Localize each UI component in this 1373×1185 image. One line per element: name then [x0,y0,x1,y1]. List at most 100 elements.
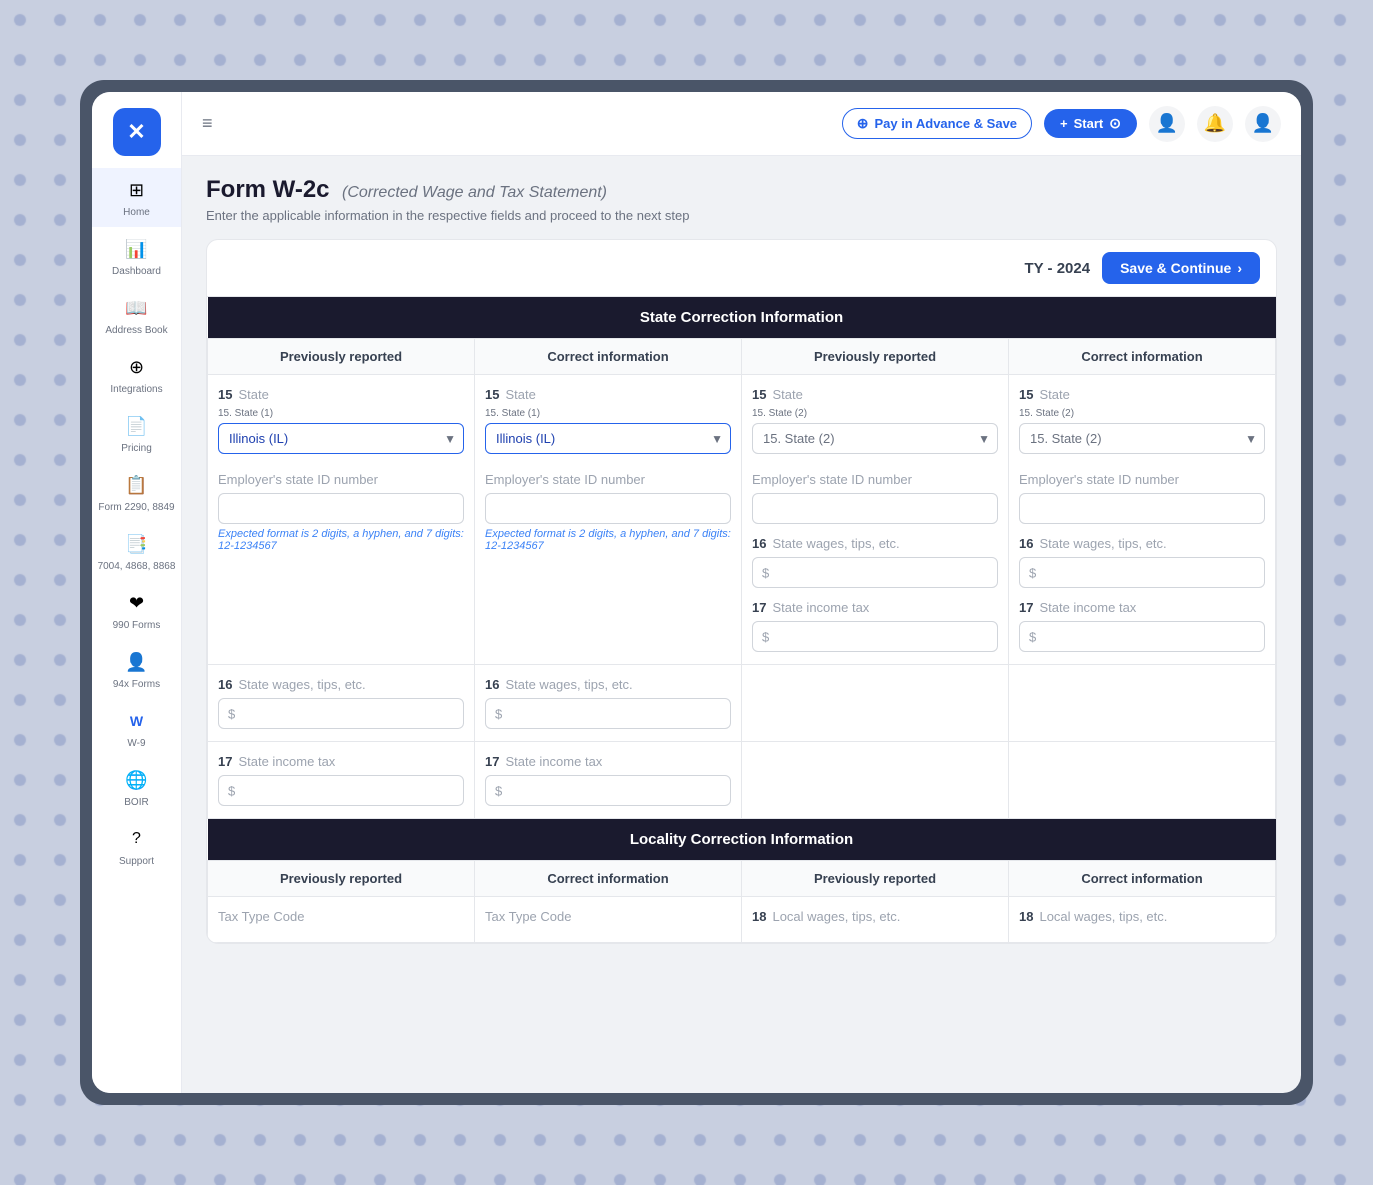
col4-field17-num: 17 [1019,600,1033,615]
col4-state-select[interactable]: 15. State (2) [1019,423,1265,454]
locality-col3-field18-name: Local wages, tips, etc. [772,909,900,924]
col4-field16-empty [1009,665,1276,742]
col3-field16-num: 16 [752,536,766,551]
col4-employer-id-input[interactable] [1019,493,1265,524]
col4-dollar-icon-17: $ [1029,629,1036,644]
col4-field17-empty [1009,742,1276,819]
locality-col3-field18-num: 18 [752,909,766,924]
integrations-icon: ⊕ [123,353,151,381]
col1-field16-name: State wages, tips, etc. [238,677,365,692]
col-header-1: Previously reported [208,339,475,375]
sidebar-item-w9[interactable]: W W-9 [92,699,181,758]
col2-field16-name: State wages, tips, etc. [505,677,632,692]
notifications-button[interactable]: 🔔 [1197,106,1233,142]
col2-field17-cell: 17 State income tax $ [475,742,742,819]
contacts-button[interactable]: 👤 [1149,106,1185,142]
save-continue-arrow-icon: › [1237,260,1242,276]
col2-income-tax-input[interactable] [485,775,731,806]
state-correction-table: State Correction Information Previously … [207,297,1276,943]
sidebar-item-form2290[interactable]: 📋 Form 2290, 8849 [92,463,181,522]
sidebar-item-pricing[interactable]: 📄 Pricing [92,404,181,463]
start-button[interactable]: + Start ⊙ [1044,109,1137,138]
state-col1-cell: 15 State 15. State (1) Illinois (IL) ▼ [208,375,475,665]
sidebar-label-pricing: Pricing [121,443,152,455]
col3-dollar-icon-17: $ [762,629,769,644]
col1-field16-cell: 16 State wages, tips, etc. $ [208,665,475,742]
form-card: TY - 2024 Save & Continue › State Correc… [206,239,1277,944]
save-continue-button[interactable]: Save & Continue › [1102,252,1260,284]
col4-field17-name: State income tax [1039,600,1136,615]
form2290-icon: 📋 [123,471,151,499]
col4-income-tax-input[interactable] [1019,621,1265,652]
pay-advance-circle-icon: ⊕ [857,115,869,132]
col3-state-select[interactable]: 15. State (2) [752,423,998,454]
col3-field17-num: 17 [752,600,766,615]
page-body: Form W-2c (Corrected Wage and Tax Statem… [182,156,1301,1093]
col1-wages-input[interactable] [218,698,464,729]
pay-advance-button[interactable]: ⊕ Pay in Advance & Save [842,108,1032,139]
main-content: ≡ ⊕ Pay in Advance & Save + Start ⊙ 👤 🔔 [182,92,1301,1093]
w9-icon: W [123,707,151,735]
sidebar-item-address-book[interactable]: 📖 Address Book [92,286,181,345]
home-icon: ⊞ [123,176,151,204]
sidebar-item-dashboard[interactable]: 📊 Dashboard [92,227,181,286]
locality-row1: Tax Type Code Tax Type Code 18 Local wag… [208,897,1276,943]
dashboard-icon: 📊 [123,235,151,263]
col4-field15-name: State [1039,387,1069,402]
sidebar-item-94x[interactable]: 👤 94x Forms [92,640,181,699]
sidebar-label-990: 990 Forms [113,620,161,632]
col1-employer-id-label: Employer's state ID number [218,472,464,487]
col1-income-tax-input[interactable] [218,775,464,806]
account-icon: 👤 [1252,113,1274,134]
col3-select-label: 15. State (2) [752,408,998,419]
col3-income-tax-input[interactable] [752,621,998,652]
col3-employer-id-input[interactable] [752,493,998,524]
col4-field15-num: 15 [1019,387,1033,402]
col2-wages-input[interactable] [485,698,731,729]
account-button[interactable]: 👤 [1245,106,1281,142]
col2-state-select[interactable]: Illinois (IL) [485,423,731,454]
contacts-icon: 👤 [1156,113,1178,134]
locality-section-header-row: Locality Correction Information [208,819,1276,861]
locality-col-header-2: Correct information [475,861,742,897]
col2-field17-num: 17 [485,754,499,769]
menu-icon[interactable]: ≡ [202,113,213,134]
locality-col-header-row: Previously reported Correct information … [208,861,1276,897]
page-description: Enter the applicable information in the … [206,208,1277,223]
sidebar-label-integrations: Integrations [110,384,162,396]
state-col-header-row: Previously reported Correct information … [208,339,1276,375]
col1-field15-name: State [238,387,268,402]
state-col4-cell: 15 State 15. State (2) 15. State (2) ▼ [1009,375,1276,665]
col1-state-select[interactable]: Illinois (IL) [218,423,464,454]
sidebar-item-support[interactable]: ? Support [92,817,181,876]
col2-select-label: 15. State (1) [485,408,731,419]
col4-field16-name: State wages, tips, etc. [1039,536,1166,551]
locality-col-header-1: Previously reported [208,861,475,897]
locality-col1-tax-type-label: Tax Type Code [218,909,464,924]
col3-wages-input[interactable] [752,557,998,588]
col2-dollar-icon-17: $ [495,783,502,798]
col3-field16-empty [742,665,1009,742]
col-header-3: Previously reported [742,339,1009,375]
sidebar-item-form7004[interactable]: 📑 7004, 4868, 8868 [92,522,181,581]
sidebar-item-home[interactable]: ⊞ Home [92,168,181,227]
sidebar-item-boir[interactable]: 🌐 BOIR [92,758,181,817]
col1-employer-id-input[interactable] [218,493,464,524]
sidebar-item-990[interactable]: ❤ 990 Forms [92,581,181,640]
form-card-header: TY - 2024 Save & Continue › [207,240,1276,297]
locality-col2-tax-type-cell: Tax Type Code [475,897,742,943]
col3-employer-id-label: Employer's state ID number [752,472,998,487]
state-field15-row: 15 State 15. State (1) Illinois (IL) ▼ [208,375,1276,665]
sidebar-item-integrations[interactable]: ⊕ Integrations [92,345,181,404]
locality-col4-field18-name: Local wages, tips, etc. [1039,909,1167,924]
col2-employer-id-input[interactable] [485,493,731,524]
sidebar-label-support: Support [119,856,154,868]
col3-field17-empty [742,742,1009,819]
col1-dollar-icon-16: $ [228,706,235,721]
col3-dollar-icon-16: $ [762,565,769,580]
start-label: Start [1074,116,1104,131]
header: ≡ ⊕ Pay in Advance & Save + Start ⊙ 👤 🔔 [182,92,1301,156]
col4-wages-input[interactable] [1019,557,1265,588]
col2-field15-num: 15 [485,387,499,402]
app-logo[interactable]: ✕ [113,108,161,156]
